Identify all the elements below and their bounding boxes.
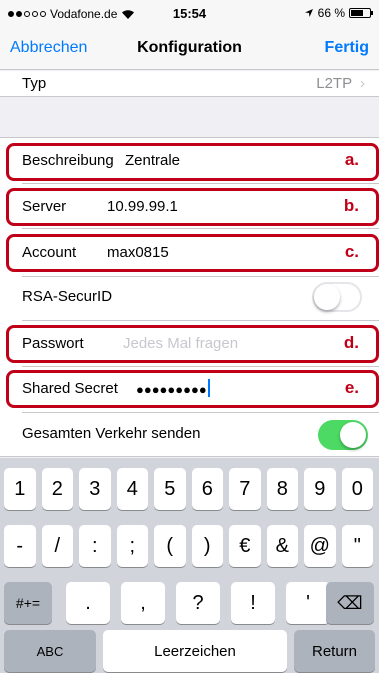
marker-b: b. [343,196,359,215]
marker-e: e. [344,378,359,397]
page-title: Konfiguration [137,39,242,56]
account-field[interactable]: max0815 [107,244,169,261]
punctuation-key[interactable]: , [121,582,165,624]
symbol-key[interactable]: ; [116,525,148,567]
digit-key[interactable]: 9 [304,468,336,510]
text-cursor [207,379,210,397]
divider [22,276,379,277]
digit-key[interactable]: 3 [79,468,111,510]
digit-key[interactable]: 7 [229,468,261,510]
symbol-key[interactable]: " [341,525,373,567]
description-field[interactable]: Zentrale [125,152,180,169]
symbol-key[interactable]: € [229,525,261,567]
description-label: Beschreibung [22,152,114,169]
status-bar: Vodafone.de 15:54 66 % [0,0,379,26]
symbol-key[interactable]: ( [154,525,186,567]
punctuation-key[interactable]: . [66,582,110,624]
divider [22,412,379,413]
server-field[interactable]: 10.99.99.1 [107,198,178,215]
punctuation-key[interactable]: ' [286,582,330,624]
punctuation-key[interactable]: ? [176,582,220,624]
digit-key[interactable]: 1 [4,468,36,510]
divider [22,183,379,184]
digit-key[interactable]: 8 [266,468,298,510]
symbol-key[interactable]: @ [304,525,336,567]
return-key[interactable]: Return [294,630,375,672]
backspace-icon[interactable]: ⌫ [326,582,374,624]
divider [22,320,379,321]
location-icon [304,9,313,17]
marker-c: c. [344,242,359,261]
chevron-right-icon: › [360,75,365,92]
battery-icon [349,8,373,18]
battery-percent: 66 % [317,6,345,20]
digit-key[interactable]: 6 [191,468,223,510]
shared-secret-field[interactable]: ●●●●●●●●● [136,379,210,397]
symbol-key[interactable]: / [41,525,73,567]
type-label: Typ [22,75,47,92]
digit-key[interactable]: 0 [341,468,373,510]
navigation-bar: Abbrechen Konfiguration Fertig [0,26,379,70]
divider [22,228,379,229]
punctuation-key[interactable]: ! [231,582,275,624]
divider [22,366,379,367]
vpn-settings-group: Beschreibung Zentrale a. Server 10.99.99… [0,137,379,457]
server-label: Server [22,198,67,215]
symbol-key[interactable]: ) [191,525,223,567]
battery-info: 66 % [304,6,373,20]
digit-key[interactable]: 5 [154,468,186,510]
account-label: Account [22,244,77,261]
symbol-key[interactable]: : [79,525,111,567]
digit-key[interactable]: 4 [116,468,148,510]
keyboard: 1234567890 - /:;() € & @ " #+= .,?! ' ⌫ ABC Le… [0,458,379,673]
password-label: Passwort [22,335,84,352]
send-all-traffic-label: Gesamten Verkehr senden [22,425,201,442]
rsa-securid-label: RSA-SecurID [22,288,113,305]
marker-d: d. [343,333,359,352]
symbol-key[interactable]: - [4,525,36,567]
symbols-key[interactable]: #+= [4,582,52,624]
send-all-traffic-toggle[interactable] [318,420,368,450]
password-field[interactable]: Jedes Mal fragen [123,335,238,352]
rsa-securid-toggle[interactable] [312,282,362,312]
digit-key[interactable]: 2 [41,468,73,510]
symbol-key[interactable]: & [266,525,298,567]
shared-secret-label: Shared Secret [22,380,118,397]
type-value: L2TP › [316,75,365,92]
type-row[interactable]: Typ L2TP › [0,71,379,97]
marker-a: a. [344,150,359,169]
space-key[interactable]: Leerzeichen [103,630,287,672]
done-button[interactable]: Fertig [325,39,369,57]
abc-key[interactable]: ABC [4,630,96,672]
